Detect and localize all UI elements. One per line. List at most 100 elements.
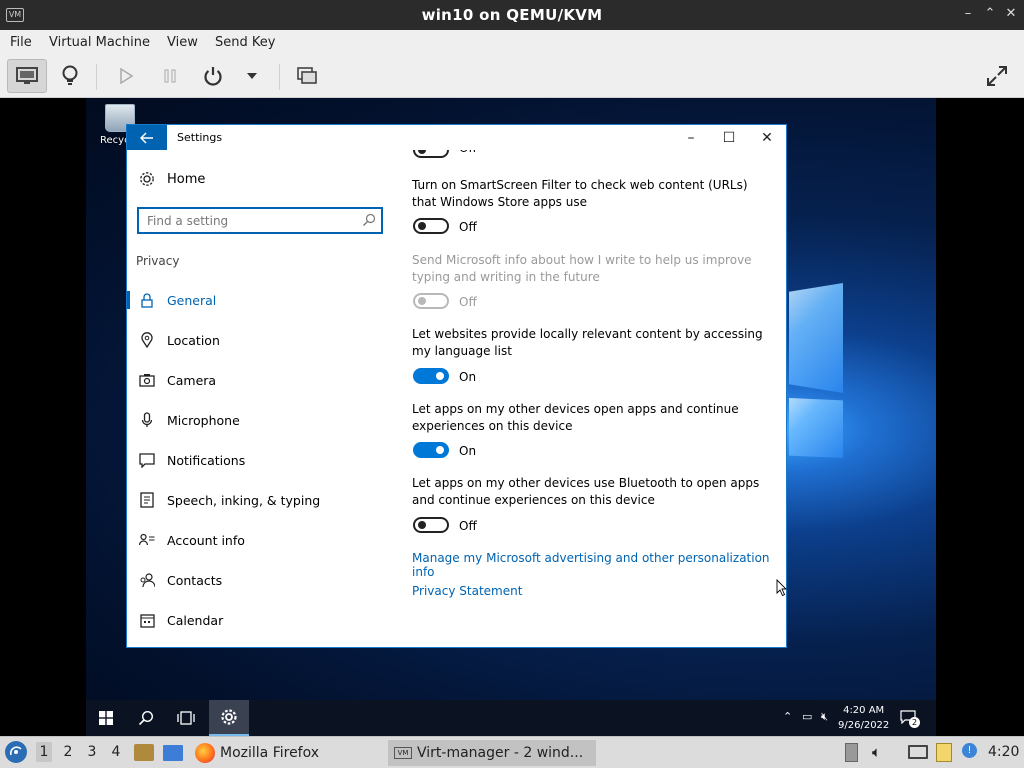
nav-label: Camera bbox=[167, 372, 217, 388]
option-typing-toggle bbox=[413, 293, 449, 309]
manage-advertising-link[interactable]: Manage my Microsoft advertising and othe… bbox=[412, 551, 786, 579]
clipboard-icon[interactable] bbox=[936, 743, 952, 762]
window-title: win10 on QEMU/KVM bbox=[421, 6, 603, 24]
desktop-icon[interactable] bbox=[163, 745, 183, 761]
option-smartscreen-toggle[interactable] bbox=[413, 218, 449, 234]
volume-icon[interactable]: 🔇︎ bbox=[821, 710, 828, 724]
menu-send-key[interactable]: Send Key bbox=[215, 35, 275, 50]
volume-icon[interactable]: 🔈︎ bbox=[872, 743, 881, 761]
option-smartscreen-text: Turn on SmartScreen Filter to check web … bbox=[412, 178, 748, 209]
windows-icon bbox=[99, 711, 113, 725]
taskbar-virt-manager[interactable]: VM Virt-manager - 2 wind... bbox=[388, 740, 596, 766]
settings-close-button[interactable]: ✕ bbox=[755, 128, 779, 148]
search-box[interactable] bbox=[137, 207, 383, 234]
firefox-icon bbox=[195, 743, 215, 763]
snapshots-button[interactable] bbox=[287, 59, 327, 93]
settings-title: Settings bbox=[177, 131, 223, 144]
toolbar-separator bbox=[96, 64, 97, 90]
nav-item-notifications[interactable]: Notifications bbox=[127, 445, 377, 475]
back-button[interactable] bbox=[127, 125, 167, 150]
option-toggle[interactable] bbox=[413, 150, 449, 158]
nav-home[interactable]: Home bbox=[139, 171, 205, 187]
console-button[interactable] bbox=[7, 59, 47, 93]
message-icon bbox=[139, 452, 155, 468]
nav-label: Contacts bbox=[167, 572, 223, 588]
search-icon[interactable] bbox=[362, 213, 376, 227]
dropdown-icon bbox=[247, 73, 257, 79]
task-view-icon bbox=[177, 711, 195, 725]
guest-time: 4:20 AM bbox=[843, 705, 885, 716]
nav-label: Calendar bbox=[167, 612, 224, 628]
update-notifier-icon[interactable]: ! bbox=[962, 743, 977, 758]
guest-clock[interactable]: 4:20 AM 9/26/2022 bbox=[838, 703, 889, 733]
menu-virtual-machine[interactable]: Virtual Machine bbox=[49, 35, 150, 50]
nav-item-general[interactable]: General bbox=[127, 285, 377, 315]
network-icon[interactable]: ▭ bbox=[802, 710, 812, 723]
guest-date: 9/26/2022 bbox=[838, 720, 890, 731]
option-language-state: On bbox=[459, 370, 477, 384]
option-smartscreen-state: Off bbox=[459, 220, 477, 234]
play-icon bbox=[120, 67, 134, 85]
chevron-up-icon[interactable]: ⌃ bbox=[783, 710, 792, 723]
workspace-4[interactable]: 4 bbox=[108, 744, 124, 760]
workspace-1[interactable]: 1 bbox=[36, 742, 52, 762]
toggle-knob bbox=[418, 150, 426, 154]
task-view-button[interactable] bbox=[166, 700, 206, 736]
option-language-toggle[interactable] bbox=[413, 368, 449, 384]
settings-minimize-button[interactable]: – bbox=[679, 128, 703, 148]
file-manager-icon[interactable] bbox=[134, 744, 154, 761]
nav-item-microphone[interactable]: Microphone bbox=[127, 405, 377, 435]
nav-item-camera[interactable]: Camera bbox=[127, 365, 377, 395]
maximize-button[interactable]: ⌃ bbox=[982, 6, 998, 22]
menu-file[interactable]: File bbox=[10, 35, 32, 50]
close-button[interactable]: ✕ bbox=[1003, 6, 1019, 22]
battery-icon[interactable] bbox=[845, 743, 858, 762]
option-continue-text: Let apps on my other devices open apps a… bbox=[412, 402, 739, 433]
gear-icon bbox=[140, 172, 154, 186]
option-bluetooth-toggle[interactable] bbox=[413, 517, 449, 533]
host-panel: 1 2 3 4 Mozilla Firefox VM Virt-manager … bbox=[0, 736, 1024, 768]
shutdown-button[interactable] bbox=[193, 59, 233, 93]
pause-button[interactable] bbox=[150, 59, 190, 93]
account-icon bbox=[139, 533, 155, 546]
run-button[interactable] bbox=[106, 59, 146, 93]
shutdown-menu-button[interactable] bbox=[232, 59, 272, 93]
minimize-button[interactable]: – bbox=[960, 6, 976, 22]
taskbar-settings-app[interactable] bbox=[209, 700, 249, 736]
screenshot-icon bbox=[297, 67, 317, 84]
notifications-button[interactable]: 2 bbox=[900, 709, 920, 728]
search-input[interactable] bbox=[139, 209, 359, 232]
option-language-text: Let websites provide locally relevant co… bbox=[412, 327, 763, 358]
privacy-statement-link[interactable]: Privacy Statement bbox=[412, 584, 522, 598]
document-icon bbox=[140, 492, 154, 508]
settings-window: Settings – ☐ ✕ Home Privacy General Loca… bbox=[126, 124, 787, 648]
nav-label: Notifications bbox=[167, 452, 246, 468]
search-button[interactable] bbox=[126, 700, 166, 736]
nav-item-speech-inking-typing[interactable]: Speech, inking, & typing bbox=[127, 485, 377, 515]
display-icon[interactable] bbox=[908, 745, 928, 759]
details-button[interactable] bbox=[50, 59, 90, 93]
task-label: Virt-manager - 2 wind... bbox=[417, 745, 584, 761]
app-menu-button[interactable] bbox=[5, 741, 27, 763]
nav-label: Location bbox=[167, 332, 220, 348]
option-continue-state: On bbox=[459, 444, 477, 458]
workspace-3[interactable]: 3 bbox=[84, 744, 100, 760]
nav-item-contacts[interactable]: Contacts bbox=[127, 565, 377, 595]
windows-logo-wallpaper bbox=[783, 283, 936, 458]
host-clock[interactable]: 4:20 bbox=[988, 744, 1019, 760]
option-continue-toggle[interactable] bbox=[413, 442, 449, 458]
workspace-2[interactable]: 2 bbox=[60, 744, 76, 760]
start-button[interactable] bbox=[86, 700, 126, 736]
nav-item-account-info[interactable]: Account info bbox=[127, 525, 377, 555]
fullscreen-button[interactable] bbox=[977, 59, 1017, 93]
toolbar-separator bbox=[279, 64, 280, 90]
nav-item-location[interactable]: Location bbox=[127, 325, 377, 355]
settings-maximize-button[interactable]: ☐ bbox=[717, 128, 741, 148]
nav-home-label: Home bbox=[167, 171, 206, 187]
selection-indicator bbox=[127, 291, 130, 309]
toggle-knob bbox=[418, 521, 426, 529]
menu-view[interactable]: View bbox=[167, 35, 198, 50]
nav-item-calendar[interactable]: Calendar bbox=[127, 605, 377, 635]
virt-manager-icon: VM bbox=[394, 747, 412, 759]
taskbar-firefox[interactable]: Mozilla Firefox bbox=[193, 740, 325, 766]
